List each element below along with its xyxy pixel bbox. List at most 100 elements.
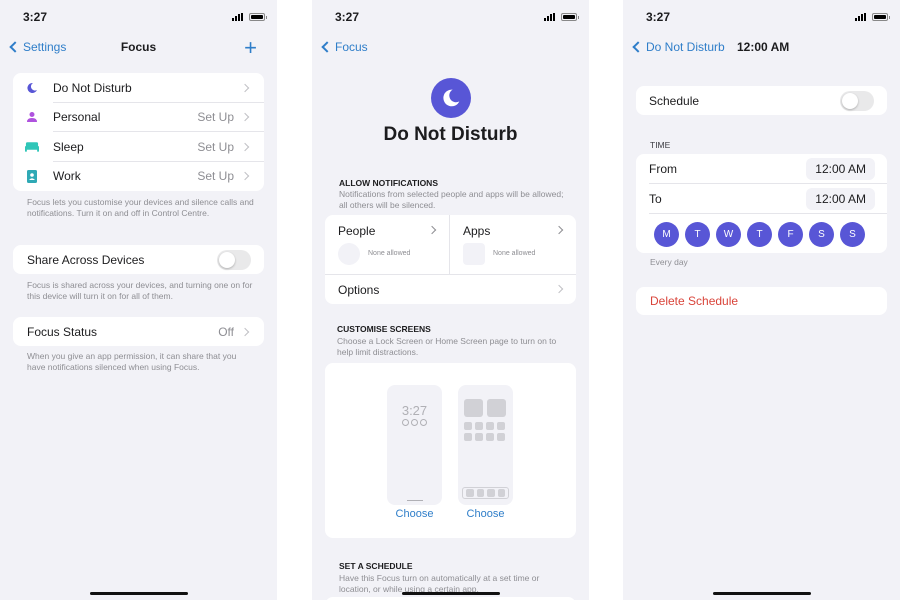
home-indicator[interactable] [712, 592, 811, 595]
to-row: To 12:00 AM [636, 184, 887, 213]
moon-icon [431, 78, 471, 118]
apps-cell[interactable]: Apps None allowed [450, 215, 576, 275]
focus-status-label: Focus Status [27, 324, 98, 339]
focus-status-row[interactable]: Focus Status Off [13, 317, 264, 346]
choose-lock-screen-button[interactable]: Choose [387, 508, 442, 520]
chevron-right-icon [240, 327, 250, 336]
share-toggle[interactable] [217, 249, 251, 270]
focus-item-do-not-disturb[interactable]: Do Not Disturb [13, 73, 264, 103]
focus-item-personal[interactable]: Personal Set Up [13, 103, 264, 133]
day-tuesday[interactable]: T [685, 222, 710, 247]
battery-icon [249, 13, 267, 21]
apps-label: Apps [463, 224, 491, 238]
screens-group: 3:27 Choose Choose [325, 363, 576, 538]
status-group: Focus Status Off [13, 317, 264, 346]
status-bar: 3:27 [623, 10, 900, 26]
allow-notifications-note: Notifications from selected people and a… [339, 189, 564, 210]
lock-screen-time: 3:27 [401, 403, 428, 418]
signal-icon [232, 13, 243, 21]
schedule-row: Schedule [636, 86, 887, 115]
delete-schedule-label: Delete Schedule [650, 294, 739, 308]
allow-notifications-header: ALLOW NOTIFICATIONS [339, 178, 438, 188]
share-label: Share Across Devices [27, 252, 145, 267]
options-label: Options [338, 283, 380, 297]
nav-bar: Do Not Disturb 12:00 AM [623, 38, 900, 58]
app-placeholder-icon [463, 243, 485, 265]
focus-status-value: Off [218, 324, 234, 339]
to-time-picker[interactable]: 12:00 AM [806, 187, 875, 210]
status-time: 3:27 [23, 10, 48, 24]
day-friday[interactable]: F [778, 222, 803, 247]
share-group: Share Across Devices [13, 245, 264, 274]
widget-circles [387, 419, 442, 426]
home-indicator[interactable] [401, 592, 500, 595]
person-placeholder-icon [338, 243, 360, 265]
do-not-disturb-screen: 3:27 Focus Do Not Disturb ALLOW NOTIFICA… [312, 0, 589, 600]
customise-screens-header: CUSTOMISE SCREENS [337, 324, 431, 334]
page-title: Do Not Disturb [383, 124, 518, 145]
days-note: Every day [650, 257, 688, 267]
status-time: 3:27 [335, 10, 360, 24]
from-time-picker[interactable]: 12:00 AM [806, 157, 875, 180]
battery-icon [561, 13, 579, 21]
nav-bar: Focus [312, 38, 589, 58]
time-header: TIME [650, 140, 671, 150]
people-status: None allowed [368, 250, 411, 257]
delete-group: Delete Schedule [636, 287, 887, 315]
apps-status: None allowed [493, 250, 536, 257]
focus-screen: 3:27 Settings Focus + Do Not Disturb Per… [0, 0, 277, 600]
from-label: From [649, 161, 677, 176]
day-thursday[interactable]: T [747, 222, 772, 247]
home-screen-preview[interactable] [458, 385, 513, 505]
choose-home-screen-button[interactable]: Choose [458, 508, 513, 520]
home-indicator[interactable] [89, 592, 188, 595]
chevron-right-icon [554, 225, 564, 235]
people-cell[interactable]: People None allowed [325, 215, 450, 275]
day-sunday[interactable]: S [840, 222, 865, 247]
person-icon [25, 111, 39, 123]
item-label: Work [53, 169, 81, 184]
item-value: Set Up [197, 169, 234, 184]
page-title: Focus [120, 40, 157, 54]
lock-home-bar [407, 499, 423, 501]
day-saturday[interactable]: S [809, 222, 834, 247]
chevron-left-icon [632, 41, 644, 53]
chevron-left-icon [321, 41, 333, 53]
signal-icon [544, 13, 555, 21]
to-label: To [649, 191, 662, 206]
battery-icon [872, 13, 890, 21]
dock [462, 487, 509, 499]
back-button[interactable]: Do Not Disturb [631, 40, 725, 54]
app-icons-grid [464, 422, 505, 441]
moon-icon [25, 82, 39, 94]
chevron-right-icon [427, 225, 437, 235]
day-monday[interactable]: M [654, 222, 679, 247]
page-title: 12:00 AM [737, 40, 790, 54]
back-button[interactable]: Focus [320, 40, 368, 54]
item-label: Do Not Disturb [53, 80, 132, 95]
day-wednesday[interactable]: W [716, 222, 741, 247]
time-group: From 12:00 AM To 12:00 AM M T W T F S S [636, 154, 887, 253]
item-value: Set Up [197, 139, 234, 154]
schedule-toggle-group: Schedule [636, 86, 887, 115]
back-label: Focus [335, 40, 368, 54]
delete-schedule-button[interactable]: Delete Schedule [636, 287, 887, 315]
status-note: When you give an app permission, it can … [27, 351, 237, 372]
item-label: Personal [53, 110, 101, 125]
badge-icon [25, 169, 39, 183]
status-bar: 3:27 [312, 10, 589, 26]
chevron-right-icon [554, 284, 564, 294]
from-row: From 12:00 AM [636, 154, 887, 183]
share-row: Share Across Devices [13, 245, 264, 274]
status-time: 3:27 [646, 10, 671, 24]
options-row[interactable]: Options [325, 275, 576, 304]
schedule-label: Schedule [649, 93, 700, 108]
focus-item-work[interactable]: Work Set Up [13, 162, 264, 192]
item-label: Sleep [53, 139, 84, 154]
add-focus-button[interactable]: + [244, 35, 257, 61]
focus-item-sleep[interactable]: Sleep Set Up [13, 132, 264, 162]
back-label: Do Not Disturb [646, 40, 725, 54]
chevron-right-icon [240, 172, 250, 181]
schedule-toggle[interactable] [840, 90, 874, 111]
lock-screen-preview[interactable]: 3:27 [387, 385, 442, 505]
